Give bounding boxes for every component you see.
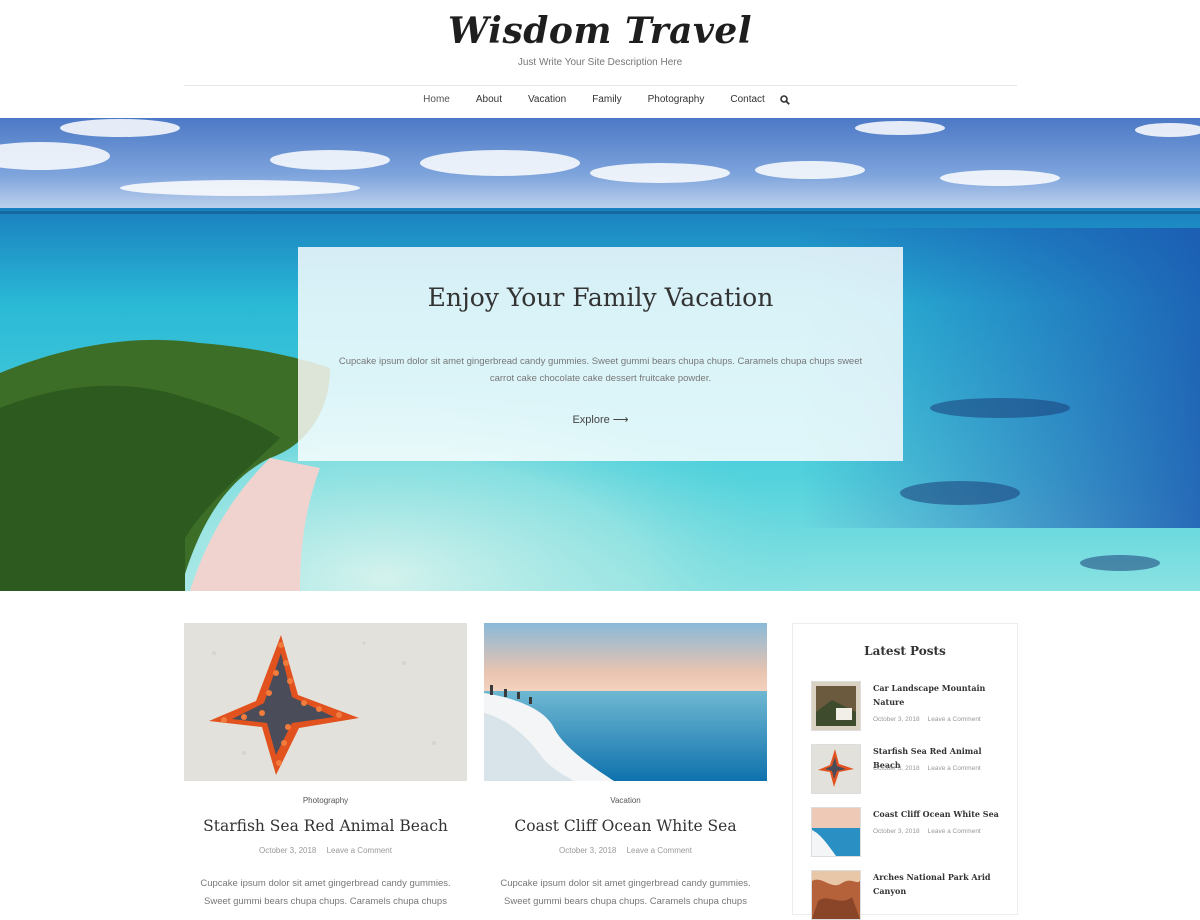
hero-title: Enjoy Your Family Vacation [427,283,774,312]
post-meta: October 3, 2018 Leave a Comment [484,846,767,855]
post-excerpt: Cupcake ipsum dolor sit amet gingerbread… [200,878,451,907]
site-title[interactable]: Wisdom Travel [0,10,1200,52]
nav-item-contact[interactable]: Contact [730,94,764,106]
post-card: Photography Starfish Sea Red Animal Beac… [184,623,467,907]
main-nav: Home About Vacation Family Photography C… [0,94,1200,106]
latest-post-comments-link[interactable]: Leave a Comment [928,828,981,835]
latest-post-meta: October 3, 2018 Leave a Comment [873,765,989,772]
nav-item-home[interactable]: Home [423,94,450,106]
latest-post-thumbnail[interactable] [811,870,861,920]
latest-post-comments-link[interactable]: Leave a Comment [928,765,981,772]
latest-post-title[interactable]: Arches National Park Arid Canyon [873,870,1001,898]
hero-banner: Enjoy Your Family Vacation Cupcake ipsum… [0,118,1200,591]
post-meta: October 3, 2018 Leave a Comment [184,846,467,855]
hero-text: Cupcake ipsum dolor sit amet gingerbread… [338,356,863,384]
post-comments-link[interactable]: Leave a Comment [327,846,392,855]
hero-card: Enjoy Your Family Vacation Cupcake ipsum… [298,247,903,461]
latest-post-date[interactable]: October 3, 2018 [873,765,920,772]
nav-item-photography[interactable]: Photography [648,94,705,106]
post-excerpt: Cupcake ipsum dolor sit amet gingerbread… [500,878,751,907]
header-divider [184,85,1017,86]
post-category[interactable]: Vacation [484,796,767,805]
post-thumbnail-starfish[interactable] [184,623,467,781]
latest-post-date[interactable]: October 3, 2018 [873,716,920,723]
latest-post-meta: October 3, 2018 Leave a Comment [873,828,989,835]
latest-post-thumbnail[interactable] [811,744,861,794]
widget-heading: Latest Posts [864,644,946,658]
latest-post-thumbnail[interactable] [811,807,861,857]
post-card: Vacation Coast Cliff Ocean White Sea Oct… [484,623,767,907]
nav-item-about[interactable]: About [476,94,502,106]
post-comments-link[interactable]: Leave a Comment [627,846,692,855]
search-icon[interactable] [780,94,790,106]
post-title[interactable]: Starfish Sea Red Animal Beach [184,817,467,835]
latest-post-meta: October 3, 2018 Leave a Comment [873,716,989,723]
explore-button[interactable]: Explore ⟶ [298,413,903,426]
post-category[interactable]: Photography [184,796,467,805]
site-header: Wisdom Travel Just Write Your Site Descr… [0,0,1200,118]
nav-item-family[interactable]: Family [592,94,621,106]
post-date[interactable]: October 3, 2018 [559,846,616,855]
site-description: Just Write Your Site Description Here [517,57,683,68]
latest-post-date[interactable]: October 3, 2018 [873,828,920,835]
post-title[interactable]: Coast Cliff Ocean White Sea [484,817,767,835]
latest-post-thumbnail[interactable] [811,681,861,731]
nav-item-vacation[interactable]: Vacation [528,94,566,106]
post-date[interactable]: October 3, 2018 [259,846,316,855]
sidebar-latest-posts: Latest Posts Car Landscape Mountain Natu… [792,623,1018,920]
post-thumbnail-coast-cliff[interactable] [484,623,767,781]
latest-post-title[interactable]: Car Landscape Mountain Nature [873,681,1001,709]
latest-post-comments-link[interactable]: Leave a Comment [928,716,981,723]
latest-post-title[interactable]: Coast Cliff Ocean White Sea [873,807,1001,821]
